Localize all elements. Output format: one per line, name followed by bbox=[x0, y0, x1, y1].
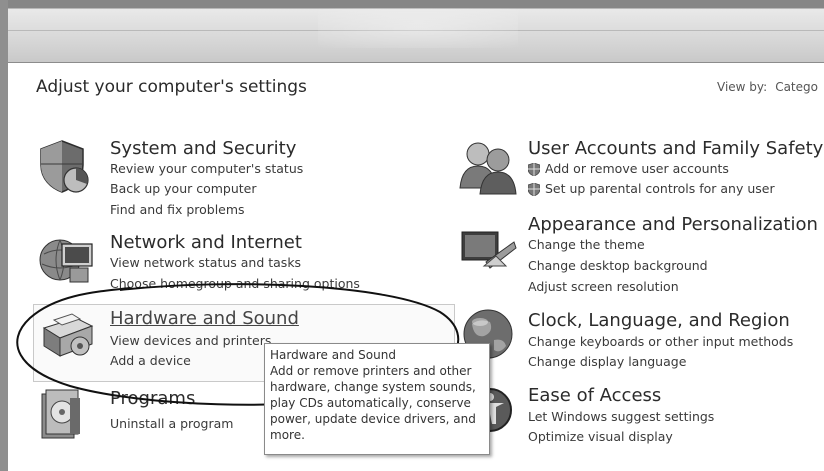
hardware-sound-tooltip: Hardware and Sound Add or remove printer… bbox=[264, 343, 490, 455]
uac-shield-icon bbox=[528, 163, 540, 176]
category-link[interactable]: Find and fix problems bbox=[110, 202, 245, 217]
category-link-label: Set up parental controls for any user bbox=[545, 181, 775, 196]
category-title[interactable]: Appearance and Personalization bbox=[528, 214, 818, 235]
category-link[interactable]: Add or remove user accounts bbox=[528, 161, 729, 176]
category-link[interactable]: Uninstall a program bbox=[110, 416, 233, 431]
category-link[interactable]: Choose homegroup and sharing options bbox=[110, 276, 360, 291]
category-link[interactable]: Optimize visual display bbox=[528, 429, 673, 444]
view-by[interactable]: View by: Catego bbox=[717, 80, 818, 94]
category-appearance: Appearance and Personalization Change th… bbox=[528, 214, 820, 298]
category-link[interactable]: Back up your computer bbox=[110, 181, 257, 196]
category-link[interactable]: View network status and tasks bbox=[110, 255, 301, 270]
category-link[interactable]: Let Windows suggest settings bbox=[528, 409, 714, 424]
category-ease-of-access: Ease of Access Let Windows suggest setti… bbox=[528, 385, 820, 449]
network-icon bbox=[39, 239, 93, 283]
appearance-icon bbox=[461, 231, 517, 269]
category-title[interactable]: Clock, Language, and Region bbox=[528, 310, 790, 331]
category-network-internet: Network and Internet View network status… bbox=[110, 232, 430, 296]
category-title[interactable]: Programs bbox=[110, 388, 195, 409]
category-title[interactable]: Network and Internet bbox=[110, 232, 302, 253]
category-title[interactable]: User Accounts and Family Safety bbox=[528, 138, 823, 159]
programs-icon bbox=[41, 389, 80, 439]
category-link-label: Add or remove user accounts bbox=[545, 161, 729, 176]
category-link[interactable]: View devices and printers bbox=[110, 333, 271, 348]
printer-icon bbox=[42, 313, 94, 357]
users-icon bbox=[459, 142, 517, 195]
tooltip-body: Add or remove printers and other hardwar… bbox=[270, 364, 476, 442]
category-link[interactable]: Add a device bbox=[110, 353, 191, 368]
tooltip-title: Hardware and Sound bbox=[270, 348, 396, 362]
view-by-label: View by: bbox=[717, 80, 768, 94]
category-link[interactable]: Change display language bbox=[528, 354, 686, 369]
category-link[interactable]: Adjust screen resolution bbox=[528, 279, 679, 294]
category-title[interactable]: Ease of Access bbox=[528, 385, 661, 406]
category-link[interactable]: Set up parental controls for any user bbox=[528, 181, 775, 196]
shield-icon bbox=[40, 140, 89, 193]
category-link[interactable]: Change keyboards or other input methods bbox=[528, 334, 793, 349]
category-clock-region: Clock, Language, and Region Change keybo… bbox=[528, 310, 820, 374]
category-system-security: System and Security Review your computer… bbox=[110, 138, 430, 222]
category-link[interactable]: Review your computer's status bbox=[110, 161, 303, 176]
page-title: Adjust your computer's settings bbox=[36, 77, 307, 97]
window-title-bar bbox=[8, 0, 824, 63]
category-link[interactable]: Change desktop background bbox=[528, 258, 708, 273]
category-title[interactable]: System and Security bbox=[110, 138, 296, 159]
view-by-value[interactable]: Catego bbox=[775, 80, 818, 94]
category-user-accounts: User Accounts and Family Safety Add or r… bbox=[528, 138, 823, 202]
category-title[interactable]: Hardware and Sound bbox=[110, 308, 299, 329]
window-frame-left bbox=[0, 0, 8, 471]
uac-shield-icon bbox=[528, 183, 540, 196]
category-link[interactable]: Change the theme bbox=[528, 237, 645, 252]
